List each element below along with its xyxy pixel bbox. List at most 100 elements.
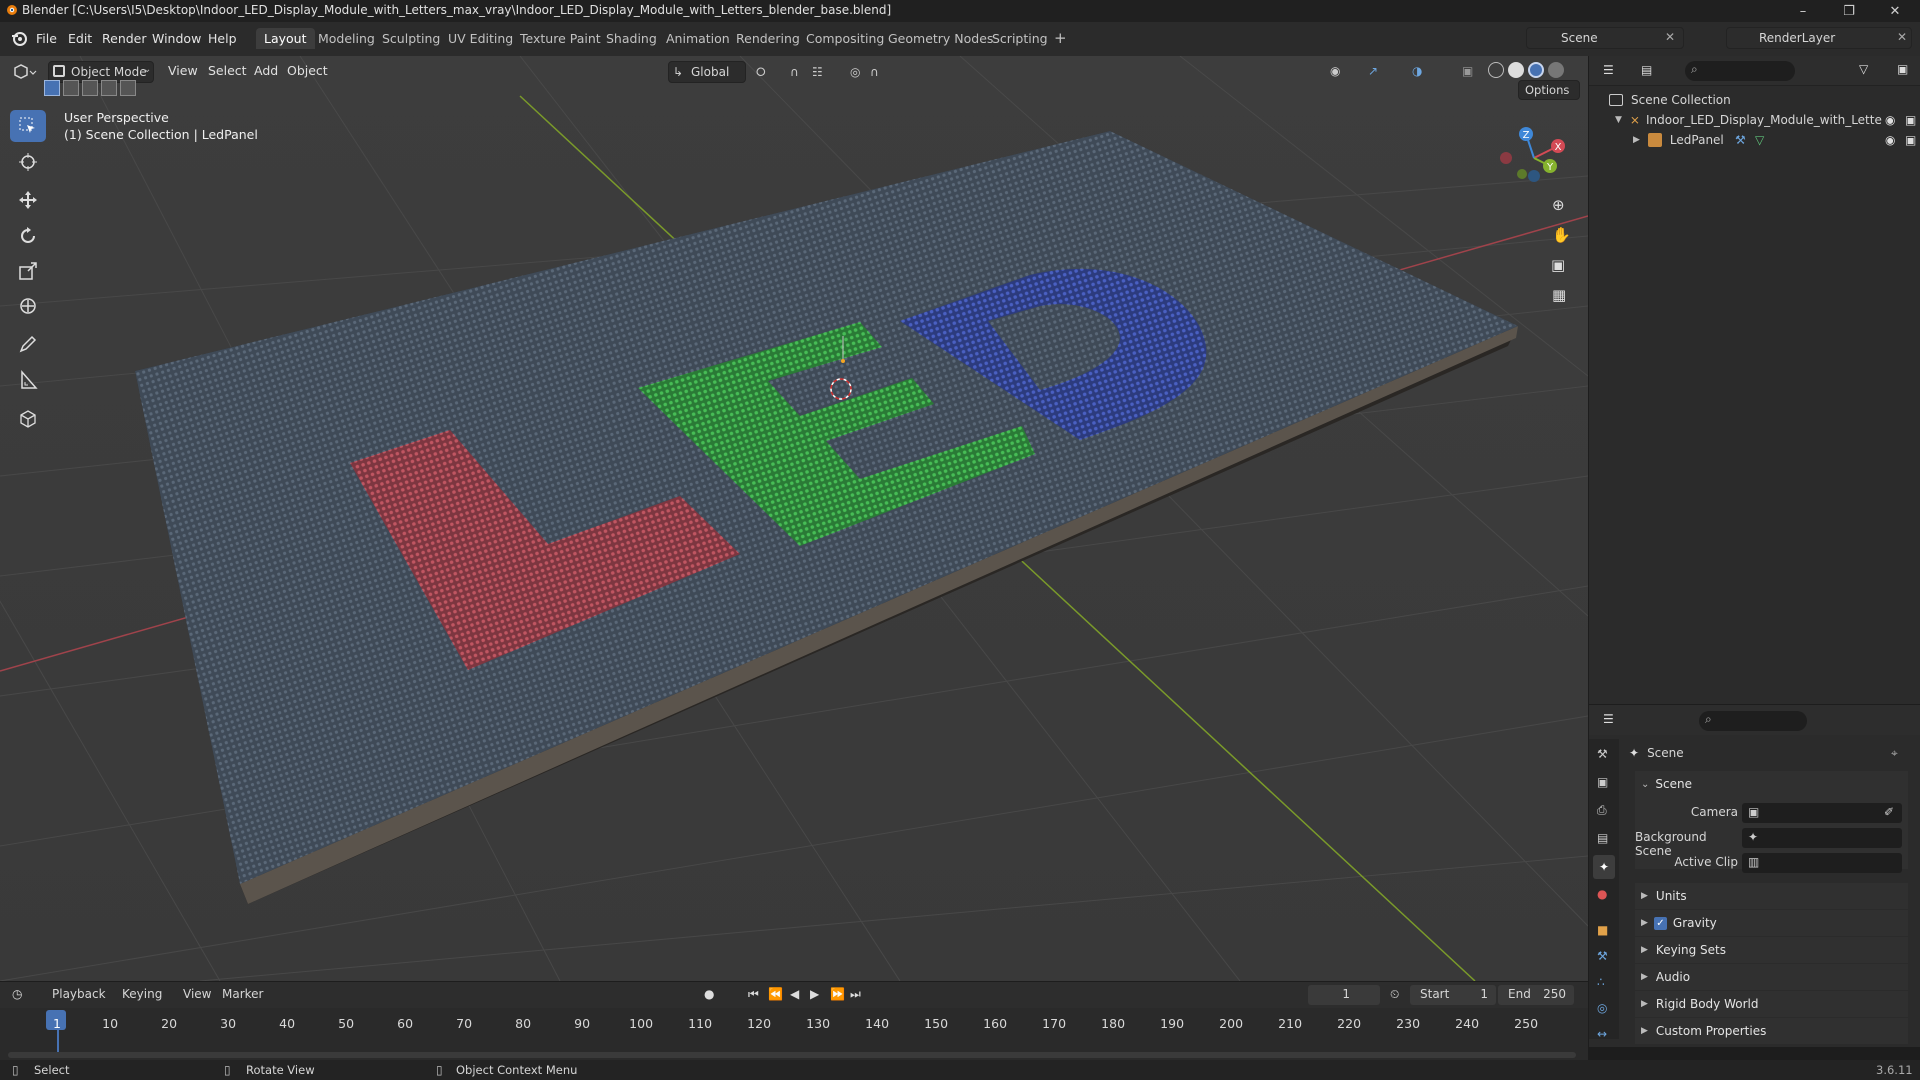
- view-layer-selector[interactable]: RenderLayer ✕: [1726, 27, 1912, 49]
- ortho-grid-icon[interactable]: ▦: [1552, 286, 1566, 304]
- tab-rendering[interactable]: Rendering: [728, 28, 808, 49]
- tab-uv-editing[interactable]: UV Editing: [440, 28, 521, 49]
- navigation-gizmo[interactable]: X Z Y: [1498, 118, 1570, 194]
- rendered-shading-icon[interactable]: [1548, 62, 1564, 78]
- select-subtract-icon[interactable]: [82, 80, 98, 96]
- pan-hand-icon[interactable]: ✋: [1552, 226, 1571, 244]
- render-tab-icon[interactable]: ▣: [1597, 775, 1608, 789]
- active-clip-field[interactable]: ▥: [1742, 853, 1902, 873]
- camera-field[interactable]: ▣ ✐: [1742, 803, 1902, 823]
- rigid-body-world-section[interactable]: ▶ Rigid Body World: [1635, 991, 1908, 1017]
- pin-icon[interactable]: ⌖: [1891, 746, 1898, 761]
- tab-modeling[interactable]: Modeling: [310, 28, 383, 49]
- transform-orientation-dropdown[interactable]: ↳ Global: [668, 61, 746, 83]
- outliner-item[interactable]: ▶ LedPanel ⚒ ▽ ◉ ▣: [1633, 130, 1916, 150]
- gravity-section[interactable]: ▶ ✓ Gravity: [1635, 910, 1908, 936]
- snap-target-icon[interactable]: ☷: [812, 65, 823, 79]
- view-layer-tab-icon[interactable]: ▤: [1597, 831, 1608, 845]
- select-intersect-icon[interactable]: [120, 80, 136, 96]
- scene-tab-icon[interactable]: ✦: [1593, 855, 1615, 879]
- 3d-viewport[interactable]: Object Mode ⌄ View Select Add Object ↳ G…: [0, 56, 1588, 981]
- outliner-search-input[interactable]: ⌕: [1685, 61, 1795, 81]
- viewport-menu-view[interactable]: View: [168, 63, 198, 78]
- menu-edit[interactable]: Edit: [62, 29, 98, 48]
- xray-toggle-icon[interactable]: ▣: [1462, 64, 1473, 78]
- scene-selector[interactable]: Scene ✕: [1526, 27, 1684, 49]
- properties-editor-icon[interactable]: ☰: [1603, 712, 1614, 726]
- properties-search-input[interactable]: ⌕: [1699, 711, 1807, 731]
- tab-sculpting[interactable]: Sculpting: [374, 28, 448, 49]
- overlay-toggle-icon[interactable]: ◑: [1412, 64, 1422, 78]
- output-tab-icon[interactable]: ⎙: [1597, 803, 1607, 818]
- menu-help[interactable]: Help: [202, 29, 243, 48]
- display-mode-icon[interactable]: ▤: [1641, 63, 1652, 77]
- proportional-edit-icon[interactable]: ◎: [850, 65, 860, 79]
- physics-tab-icon[interactable]: ◎: [1597, 1001, 1607, 1015]
- new-collection-icon[interactable]: ▣: [1897, 62, 1908, 76]
- menu-file[interactable]: File: [30, 29, 63, 48]
- close-button[interactable]: ✕: [1872, 0, 1918, 22]
- scale-tool[interactable]: [10, 255, 46, 287]
- camera-render-icon[interactable]: ▣: [1905, 113, 1916, 127]
- gizmo-toggle-icon[interactable]: ↗: [1368, 64, 1378, 78]
- outliner-root[interactable]: Scene Collection: [1609, 90, 1731, 110]
- camera-render-icon[interactable]: ▣: [1905, 133, 1916, 147]
- expand-right-icon[interactable]: ▶: [1633, 135, 1640, 145]
- expand-down-icon[interactable]: ▼: [1615, 115, 1622, 125]
- zoom-icon[interactable]: ⊕: [1552, 196, 1565, 214]
- add-cube-tool[interactable]: [10, 402, 46, 434]
- pivot-icon[interactable]: ⭘: [756, 65, 766, 80]
- units-section[interactable]: ▶ Units: [1635, 883, 1908, 909]
- menu-render[interactable]: Render: [96, 29, 153, 48]
- camera-view-icon[interactable]: ▣: [1551, 256, 1565, 274]
- outliner-editor-icon[interactable]: ☰: [1603, 63, 1614, 77]
- options-button[interactable]: Options: [1518, 80, 1580, 100]
- add-workspace-icon[interactable]: +: [1046, 26, 1075, 50]
- gravity-checkbox[interactable]: ✓: [1653, 916, 1667, 930]
- eye-icon[interactable]: ◉: [1885, 113, 1895, 127]
- measure-tool[interactable]: [10, 364, 46, 396]
- blender-menu-icon[interactable]: [10, 30, 28, 48]
- select-extend-icon[interactable]: [63, 80, 79, 96]
- eyedropper-icon[interactable]: ✐: [1884, 805, 1894, 819]
- menu-window[interactable]: Window: [146, 29, 207, 48]
- close-icon[interactable]: ✕: [1665, 30, 1675, 44]
- viewport-menu-add[interactable]: Add: [254, 63, 278, 78]
- object-tab-icon[interactable]: ■: [1597, 923, 1608, 937]
- transform-tool[interactable]: [10, 290, 46, 322]
- world-tab-icon[interactable]: ●: [1597, 887, 1607, 901]
- snap-icon[interactable]: ∩: [790, 65, 799, 79]
- background-scene-field[interactable]: ✦: [1742, 828, 1902, 848]
- modifier-wrench-icon[interactable]: ⚒: [1735, 133, 1746, 147]
- close-icon[interactable]: ✕: [1897, 30, 1907, 44]
- select-box-tool[interactable]: [10, 110, 46, 142]
- keying-sets-section[interactable]: ▶ Keying Sets: [1635, 937, 1908, 963]
- material-shading-icon[interactable]: [1528, 62, 1544, 78]
- viewport-menu-select[interactable]: Select: [208, 63, 247, 78]
- falloff-icon[interactable]: ∩: [870, 65, 879, 79]
- maximize-button[interactable]: ❐: [1826, 0, 1872, 22]
- tab-layout[interactable]: Layout: [256, 28, 315, 49]
- annotate-tool[interactable]: [10, 328, 46, 360]
- tab-shading[interactable]: Shading: [598, 28, 665, 49]
- tab-animation[interactable]: Animation: [658, 28, 738, 49]
- filter-icon[interactable]: ▽: [1859, 62, 1868, 76]
- editor-type-icon[interactable]: [12, 63, 38, 81]
- timeline-ruler[interactable]: 1 10 20 30 40 50 60 70 80 90 100 110 120 130 140 150 160…: [0, 982, 1588, 1060]
- visibility-icon[interactable]: ◉: [1330, 64, 1340, 78]
- outliner-item[interactable]: ▼ ⨯ Indoor_LED_Display_Module_with_Lette…: [1615, 110, 1916, 130]
- timeline-scrollbar[interactable]: [8, 1052, 1576, 1058]
- audio-section[interactable]: ▶ Audio: [1635, 964, 1908, 990]
- viewport-menu-object[interactable]: Object: [287, 63, 328, 78]
- tab-scripting[interactable]: Scripting: [984, 28, 1056, 49]
- mesh-data-icon[interactable]: ▽: [1755, 133, 1764, 147]
- wireframe-shading-icon[interactable]: [1488, 62, 1504, 78]
- scene-panel-header[interactable]: ⌄ Scene: [1635, 771, 1908, 797]
- cursor-tool[interactable]: [10, 146, 46, 178]
- rotate-tool[interactable]: [10, 220, 46, 252]
- custom-properties-section[interactable]: ▶ Custom Properties: [1635, 1018, 1908, 1044]
- modifier-tab-icon[interactable]: ⚒: [1597, 949, 1608, 963]
- minimize-button[interactable]: –: [1780, 0, 1826, 22]
- tab-compositing[interactable]: Compositing: [798, 28, 892, 49]
- tool-tab-icon[interactable]: ⚒: [1597, 747, 1608, 761]
